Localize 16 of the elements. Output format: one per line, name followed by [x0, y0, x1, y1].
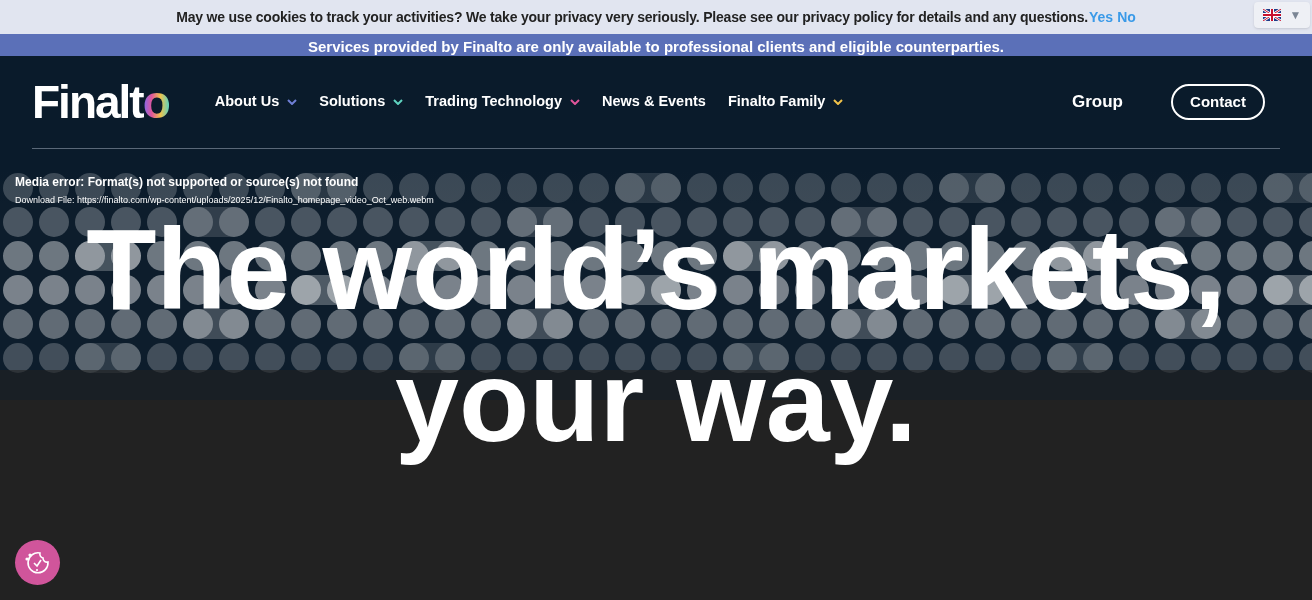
nav-link[interactable]: News & Events: [601, 91, 706, 113]
cookie-message: May we use cookies to track your activities? We take your privacy very seriously. Please see our privacy policy for details and any questions.: [176, 7, 1088, 27]
flag-icon: [1262, 9, 1281, 21]
nav-link[interactable]: Finalto Family: [727, 91, 844, 113]
notice-text: Services provided by Finalto are only available to professional clients and eligible counterparties.: [307, 37, 1004, 57]
finalto-logo[interactable]: Finalto: [32, 79, 169, 125]
caret-icon: ▼: [1289, 6, 1302, 24]
hero-heading: your way.: [395, 336, 917, 467]
nav-link[interactable]: Trading Technology: [425, 91, 580, 113]
contact-button[interactable]: Contact: [1171, 84, 1265, 120]
cookie-settings-button[interactable]: [15, 540, 60, 585]
group-link[interactable]: Group: [1072, 89, 1123, 115]
nav-link[interactable]: About Us: [214, 91, 298, 113]
media-error-text: Media error: Format(s) not supported or source(s) not found: [15, 174, 360, 191]
nav-link[interactable]: Solutions: [319, 91, 404, 113]
download-link[interactable]: Download File: https://finalto.com/wp-content/uploads/2025/12/Finalto_homepage_video_Oct_web.webm: [15, 194, 434, 208]
